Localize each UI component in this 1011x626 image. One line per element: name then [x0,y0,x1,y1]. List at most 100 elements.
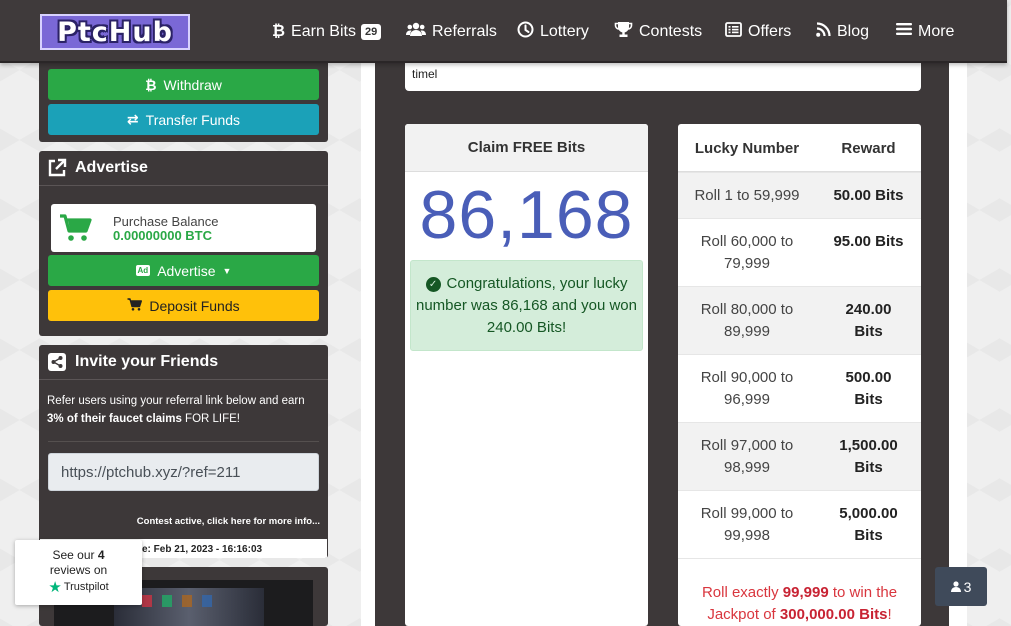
invite-description: Refer users using your referral link bel… [47,392,322,428]
wallet-actions-box: ₿ Withdraw ⇄ Transfer Funds [39,57,328,142]
deposit-funds-button[interactable]: Deposit Funds [48,290,319,321]
withdraw-button[interactable]: ₿ Withdraw [48,69,319,100]
shopping-cart-icon [59,214,93,247]
nav-earn-bits[interactable]: ₿ Earn Bits 29 [272,0,382,63]
trustpilot-brand: ★ Trustpilot [15,580,142,595]
rewards-table-header: Lucky Number Reward [678,124,921,172]
invite-text-highlight: 3% of their faucet claims [47,413,182,425]
bitcoin-icon: ₿ [145,76,157,93]
invite-title: Invite your Friends [75,353,219,370]
clock-icon [517,21,534,43]
nav-contests[interactable]: Contests [614,0,702,63]
table-cell-reward: 50.00 Bits [833,187,904,204]
external-link-icon [47,158,67,178]
advertise-title: Advertise [75,159,148,176]
cart-icon [127,297,143,314]
thumbnail-tile [162,595,172,607]
table-cell-reward: 1,500.00 Bits [839,437,898,476]
thumbnail-tile [142,595,152,607]
reward-column-header: Reward [841,140,896,157]
table-cell-range: Roll 90,000 to 96,999 [700,369,794,408]
nav-blog[interactable]: Blog [816,0,869,63]
advertise-heading: Advertise [39,151,328,186]
table-row: Roll 60,000 to 79,999 95.00 Bits [678,218,921,286]
table-cell-reward: 240.00 Bits [845,301,892,340]
table-cell-range: Roll 60,000 to 79,999 [700,233,794,272]
trustpilot-line1-text: See our [52,548,98,562]
users-icon [406,22,426,41]
nav-more[interactable]: More [896,0,954,63]
lucky-number-column-header: Lucky Number [694,140,800,157]
table-row: Roll 90,000 to 96,999 500.00 Bits [678,354,921,422]
nav-earn-bits-label: Earn Bits [291,22,356,40]
congratulations-alert: ✓ Congratulations, your lucky number was … [410,260,643,351]
jackpot-amount: 300,000.00 Bits [779,606,888,623]
share-icon [47,352,67,372]
jackpot-number: 99,999 [782,584,829,601]
table-row: Roll 1 to 59,999 50.00 Bits [678,172,921,218]
invite-friends-box: Invite your Friends Refer users using yo… [39,345,328,558]
list-alt-icon [725,21,742,42]
purchase-balance-value: 0.00000000 BTC [113,228,213,243]
star-icon: ★ [48,579,62,596]
contest-info-link[interactable]: Contest active, click here for more info… [137,516,320,527]
earn-bits-count-badge: 29 [360,23,382,40]
site-logo[interactable]: PtcHub [40,14,190,50]
referral-link-input[interactable]: https://ptchub.xyz/?ref=211 [48,453,319,491]
online-users-button[interactable]: 3 [935,567,987,606]
trustpilot-widget[interactable]: See our 4 reviews on ★ Trustpilot [15,540,142,605]
claim-card-title: Claim FREE Bits [405,124,648,172]
top-navbar: PtcHub ₿ Earn Bits 29 Referrals Lottery … [0,0,1007,63]
table-divider [678,558,921,559]
trustpilot-review-count: 4 [97,548,105,562]
trustpilot-brand-label: Trustpilot [63,581,109,593]
advertise-button-label: Advertise [157,262,216,279]
transfer-funds-button[interactable]: ⇄ Transfer Funds [48,104,319,135]
withdraw-label: Withdraw [163,76,222,93]
transfer-label: Transfer Funds [145,111,241,128]
nav-contests-label: Contests [639,22,703,40]
advertise-box: Advertise Purchase Balance 0.00000000 BT… [39,151,328,336]
trustpilot-line2: reviews on [49,563,108,577]
congratulations-text: Congratulations, your lucky number was 8… [416,275,637,336]
nav-offers[interactable]: Offers [725,0,791,63]
nav-referrals[interactable]: Referrals [406,0,497,63]
check-circle-icon: ✓ [425,277,441,292]
ad-icon: Ad [135,265,151,276]
caret-down-icon: ▼ [222,265,232,276]
invite-text-part: Refer users using your referral link bel… [47,395,305,407]
table-cell-reward: 95.00 Bits [833,233,904,250]
table-cell-reward: 5,000.00 Bits [839,505,898,544]
exchange-icon: ⇄ [126,111,139,127]
nav-offers-label: Offers [748,22,792,40]
advertise-dropdown-button[interactable]: Ad Advertise ▼ [48,255,319,286]
purchase-balance-label: Purchase Balance [113,214,219,229]
logo-text: PtcHub [57,16,173,48]
nav-more-label: More [918,22,955,40]
nav-lottery[interactable]: Lottery [517,0,589,63]
table-cell-range: Roll 97,000 to 98,999 [700,437,794,476]
jackpot-text: ! [887,606,892,623]
trophy-icon [614,21,633,43]
bitcoin-icon: ₿ [272,22,286,40]
trustpilot-line1: See our 4 [15,548,142,563]
deposit-label: Deposit Funds [149,297,240,314]
table-cell-range: Roll 80,000 to 89,999 [700,301,794,340]
jackpot-text: Roll exactly [701,584,783,601]
invite-text-tail: FOR LIFE! [181,413,241,425]
nav-blog-label: Blog [837,22,870,40]
claim-free-bits-card: Claim FREE Bits 86,168 ✓ Congratulations,… [405,124,648,626]
user-icon [950,579,961,595]
lucky-number-display: 86,168 [419,177,634,253]
jackpot-notice: Roll exactly 99,999 to win the Jackpot o… [678,582,921,626]
invite-heading: Invite your Friends [39,345,328,380]
table-row: Roll 99,000 to 99,998 5,000.00 Bits [678,490,921,558]
rewards-table: Lucky Number Reward Roll 1 to 59,999 50.… [678,124,921,626]
thumbnail-tile [202,595,212,607]
table-cell-reward: 500.00 Bits [845,369,892,408]
divider [48,441,319,442]
rss-icon [816,21,831,42]
thumbnail-tile [182,595,192,607]
nav-referrals-label: Referrals [432,22,497,40]
nav-lottery-label: Lottery [540,22,589,40]
